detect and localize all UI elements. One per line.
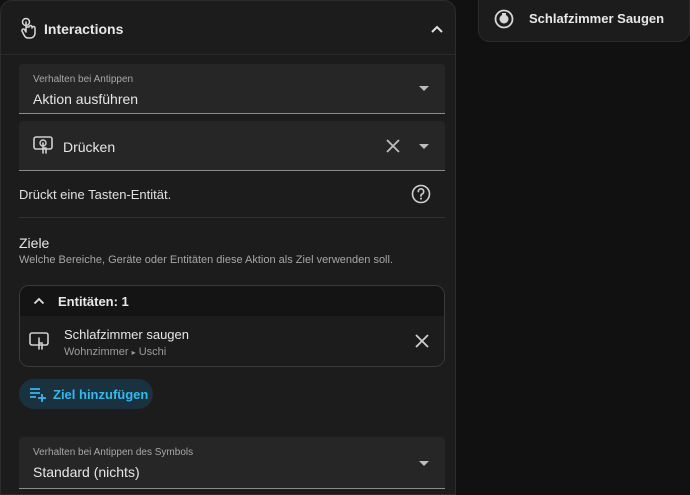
panel-header[interactable]: Interactions (1, 1, 455, 55)
help-circle-icon[interactable] (411, 184, 431, 204)
close-icon[interactable] (385, 138, 401, 154)
entity-name: Schlafzimmer saugen (64, 327, 189, 342)
touch-hand-icon (21, 17, 36, 39)
entity-area: Wohnzimmer (64, 346, 129, 358)
chevron-up-icon[interactable] (429, 21, 445, 37)
robot-vacuum-icon (494, 9, 514, 29)
tap-behavior-value: Aktion ausführen (33, 91, 139, 107)
caret-down-icon (419, 86, 429, 91)
chevron-up-icon (33, 297, 45, 305)
caret-down-icon[interactable] (419, 144, 429, 149)
add-target-label: Ziel hinzufügen (53, 387, 149, 402)
entity-path: Wohnzimmer ▸ Uschi (64, 346, 166, 358)
targets-subtitle: Welche Bereiche, Geräte oder Entitäten d… (19, 254, 393, 266)
entity-row[interactable]: Schlafzimmer saugen Wohnzimmer ▸ Uschi (20, 316, 444, 366)
entities-group: Entitäten: 1 Schlafzimmer saugen Wohnzim… (19, 285, 445, 367)
icon-tap-behavior-label: Verhalten bei Antippen des Symbols (33, 447, 194, 458)
caret-down-icon (419, 461, 429, 466)
entity-device: Uschi (138, 346, 167, 358)
preview-card-label: Schlafzimmer Saugen (529, 11, 665, 26)
tap-behavior-label: Verhalten bei Antippen (33, 74, 134, 85)
interactions-panel: Interactions Verhalten bei Antippen Akti… (0, 0, 456, 495)
add-target-button[interactable]: Ziel hinzufügen (19, 379, 153, 409)
close-icon[interactable] (415, 334, 429, 348)
action-description: Drückt eine Tasten-Entität. (19, 187, 172, 202)
icon-tap-behavior-select[interactable]: Verhalten bei Antippen des Symbols Stand… (19, 437, 445, 489)
tap-behavior-select[interactable]: Verhalten bei Antippen Aktion ausführen (19, 64, 445, 114)
entity-path-separator: ▸ (131, 348, 136, 357)
entities-header-label: Entitäten: 1 (58, 294, 129, 309)
divider (19, 217, 445, 218)
action-select[interactable]: Drücken (19, 121, 445, 171)
gesture-tap-button-icon (33, 136, 53, 154)
panel-title: Interactions (44, 21, 124, 37)
action-value: Drücken (63, 139, 116, 155)
icon-tap-behavior-value: Standard (nichts) (33, 464, 140, 480)
targets-title: Ziele (19, 235, 50, 251)
entities-header[interactable]: Entitäten: 1 (20, 286, 444, 316)
preview-card[interactable]: Schlafzimmer Saugen (478, 0, 690, 42)
playlist-plus-icon (30, 388, 46, 402)
gesture-tap-button-icon (29, 332, 49, 350)
